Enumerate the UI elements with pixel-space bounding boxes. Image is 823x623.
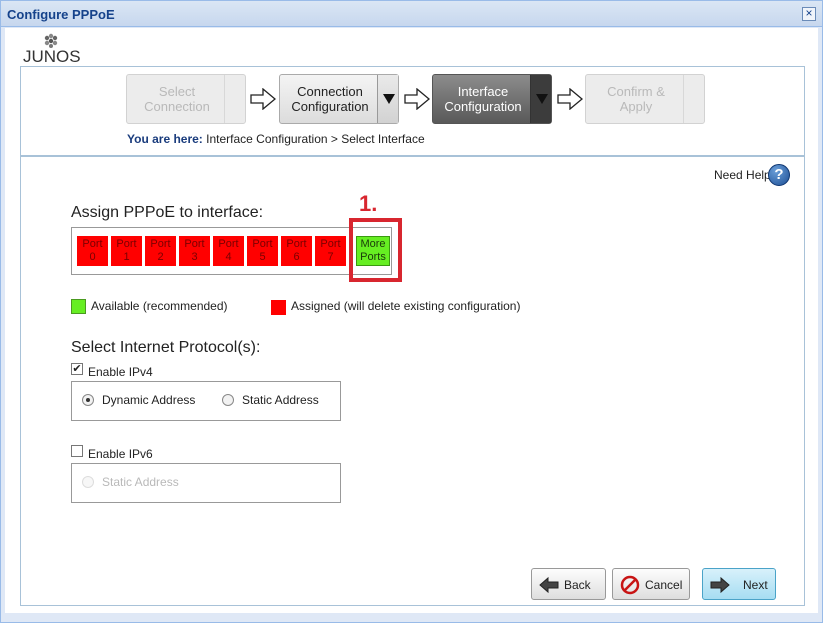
available-swatch — [71, 299, 86, 314]
next-button[interactable]: Next — [702, 568, 776, 600]
port-5-button[interactable]: Port 5 — [247, 236, 278, 266]
port-label: Port — [184, 238, 205, 250]
back-button[interactable]: Back — [531, 568, 606, 600]
port-3-button[interactable]: Port 3 — [179, 236, 210, 266]
port-number: 2 — [157, 251, 164, 263]
step-label-line2: Apply — [619, 99, 653, 114]
step-confirm-apply: Confirm & Apply — [585, 74, 705, 124]
enable-ipv4-label: Enable IPv4 — [88, 365, 153, 379]
back-arrow-icon — [539, 576, 559, 594]
port-number: 7 — [327, 251, 334, 263]
ipv6-static-address-radio — [82, 476, 94, 488]
breadcrumb-path: Interface Configuration > Select Interfa… — [206, 132, 425, 146]
step-label: Confirm & Apply — [586, 84, 686, 114]
next-arrow-icon — [710, 576, 730, 594]
static-address-label: Static Address — [242, 393, 319, 407]
port-label: Port — [218, 238, 239, 250]
port-label: Port — [252, 238, 273, 250]
step-label-line1: Connection — [297, 84, 363, 99]
configure-pppoe-dialog: Configure PPPoE × JUNOS Select Connectio… — [0, 0, 823, 623]
back-label: Back — [564, 578, 591, 592]
port-label: Port — [116, 238, 137, 250]
step-label-line1: Confirm & — [607, 84, 665, 99]
cancel-label: Cancel — [645, 578, 683, 592]
enable-ipv6-label: Enable IPv6 — [88, 447, 153, 461]
legend-assigned: Assigned (will delete existing configura… — [291, 299, 521, 313]
question-icon[interactable]: ? — [768, 164, 790, 186]
legend-available: Available (recommended) — [91, 299, 228, 313]
static-address-radio[interactable] — [222, 394, 234, 406]
port-6-button[interactable]: Port 6 — [281, 236, 312, 266]
ipv6-static-address-label: Static Address — [102, 475, 179, 489]
port-number: 1 — [123, 251, 130, 263]
step-label: Connection Configuration — [280, 84, 380, 114]
step-select-connection: Select Connection — [126, 74, 246, 124]
breadcrumb: You are here: Interface Configuration > … — [127, 132, 425, 146]
dialog-title: Configure PPPoE — [7, 7, 115, 22]
dialog-body: JUNOS Select Connection Connection Confi… — [5, 28, 818, 613]
port-number: 4 — [225, 251, 232, 263]
wizard-steps-panel: Select Connection Connection Configurati… — [20, 66, 805, 156]
port-label: Port — [286, 238, 307, 250]
radio-selected-dot — [86, 398, 90, 402]
arrow-right-icon — [404, 88, 430, 110]
port-7-button[interactable]: Port 7 — [315, 236, 346, 266]
step-dropdown-button[interactable] — [377, 75, 398, 123]
cancel-icon — [620, 575, 640, 595]
step-label-line2: Configuration — [291, 99, 369, 114]
step-dropdown — [224, 75, 245, 123]
arrow-right-icon — [557, 88, 583, 110]
step-label: Select Connection — [127, 84, 227, 114]
port-label: Port — [320, 238, 341, 250]
step-label-line2: Configuration — [444, 99, 522, 114]
dropdown-arrow-icon — [536, 94, 548, 104]
dynamic-address-radio[interactable] — [82, 394, 94, 406]
port-selector: Port 0 Port 1 Port 2 Port 3 Port 4 Port … — [71, 227, 392, 275]
annotation-highlight-box — [349, 218, 402, 282]
ipv6-address-options: Static Address — [71, 463, 341, 503]
logo-text: JUNOS — [23, 47, 81, 66]
ipv4-address-options: Dynamic Address Static Address — [71, 381, 341, 421]
port-label: Port — [82, 238, 103, 250]
step-label-line2: Connection — [144, 99, 210, 114]
port-0-button[interactable]: Port 0 — [77, 236, 108, 266]
breadcrumb-prefix: You are here: — [127, 132, 203, 146]
junos-logo: JUNOS — [23, 32, 83, 66]
need-help-link[interactable]: Need Help — [714, 168, 771, 182]
arrow-right-icon — [250, 88, 276, 110]
next-label: Next — [743, 578, 768, 592]
close-icon[interactable]: × — [802, 7, 816, 21]
step-label-line1: Interface — [457, 84, 509, 99]
main-panel: Need Help ? Assign PPPoE to interface: P… — [20, 156, 805, 606]
assign-heading: Assign PPPoE to interface: — [71, 204, 264, 221]
step-dropdown — [683, 75, 704, 123]
enable-ipv6-checkbox[interactable] — [71, 445, 83, 457]
enable-ipv4-checkbox[interactable]: ✔ — [71, 363, 83, 375]
port-number: 0 — [89, 251, 96, 263]
protocols-heading: Select Internet Protocol(s): — [71, 339, 261, 356]
port-number: 3 — [191, 251, 198, 263]
step-label-line1: Select — [158, 84, 196, 99]
port-2-button[interactable]: Port 2 — [145, 236, 176, 266]
step-interface-configuration[interactable]: Interface Configuration — [432, 74, 552, 124]
cancel-button[interactable]: Cancel — [612, 568, 690, 600]
dropdown-arrow-icon — [383, 94, 395, 104]
port-number: 6 — [293, 251, 300, 263]
assigned-swatch — [271, 300, 286, 315]
step-label: Interface Configuration — [433, 84, 533, 114]
title-bar: Configure PPPoE × — [1, 1, 822, 27]
step-dropdown-button[interactable] — [530, 75, 551, 123]
annotation-number: 1. — [359, 191, 378, 216]
port-4-button[interactable]: Port 4 — [213, 236, 244, 266]
port-number: 5 — [259, 251, 266, 263]
port-1-button[interactable]: Port 1 — [111, 236, 142, 266]
dynamic-address-label: Dynamic Address — [102, 393, 196, 407]
port-label: Port — [150, 238, 171, 250]
step-connection-configuration[interactable]: Connection Configuration — [279, 74, 399, 124]
